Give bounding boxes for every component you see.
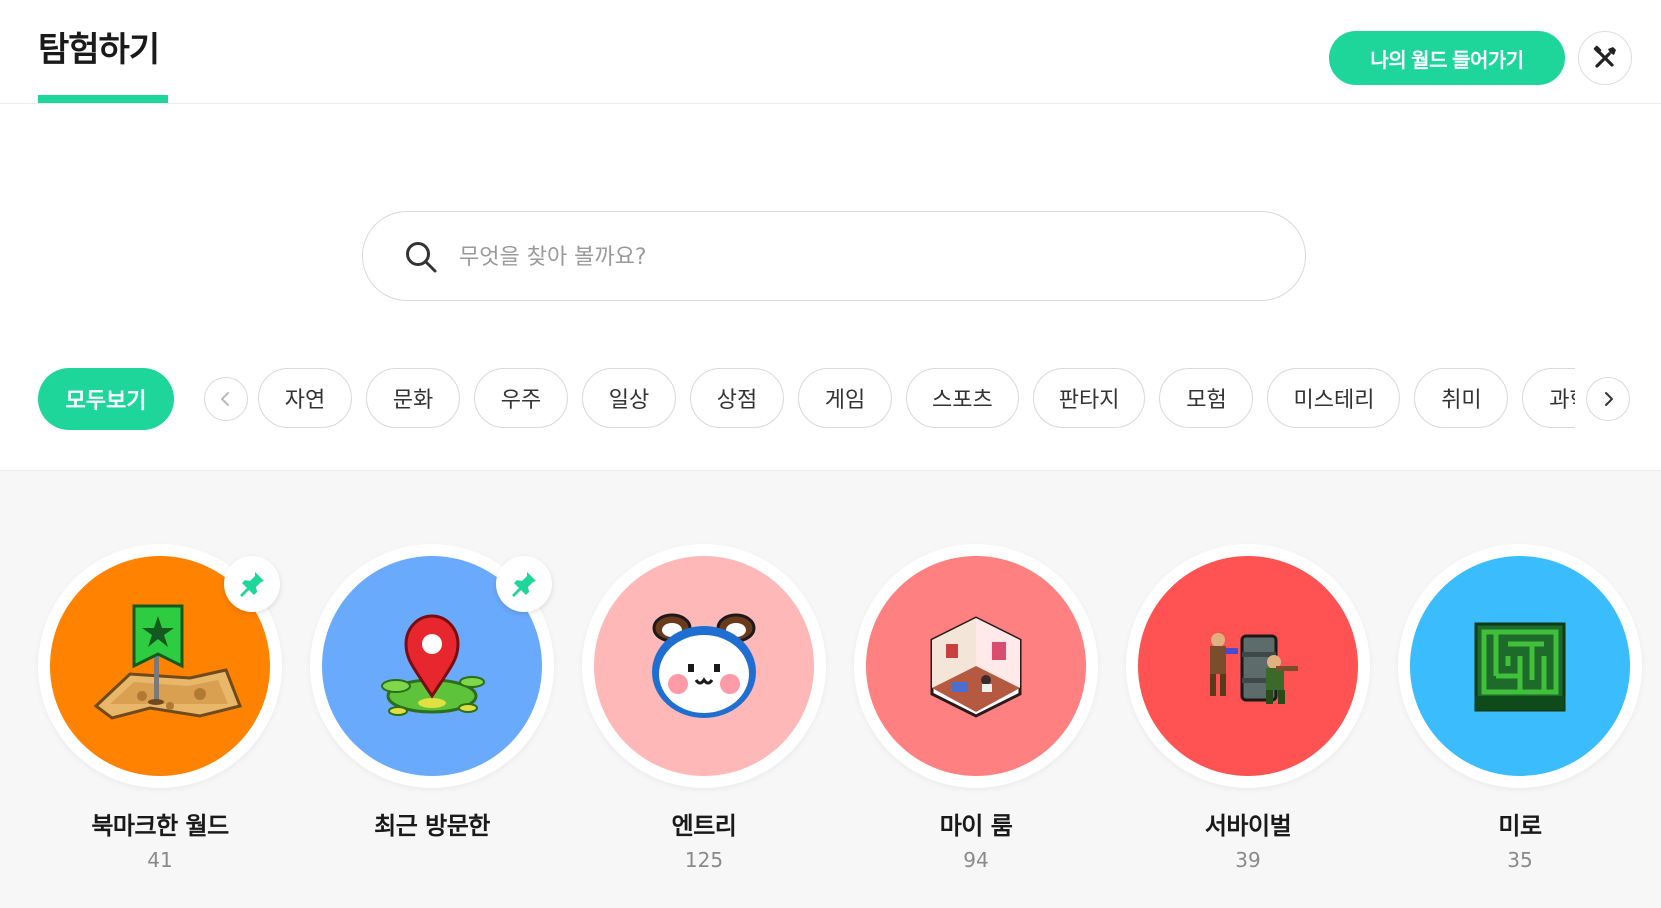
world-card-maze[interactable]: 미로 35 [1398, 544, 1642, 884]
category-chip-strip: 자연 문화 우주 일상 상점 게임 스포츠 판타지 모험 미스테리 취미 과학 [258, 368, 1575, 430]
world-card-bookmarked[interactable]: 북마크한 월드 41 [38, 544, 282, 884]
world-card-disc [1410, 556, 1630, 776]
world-card-survival[interactable]: 서바이벌 39 [1126, 544, 1370, 884]
enter-my-world-button[interactable]: 나의 월드 들어가기 [1329, 31, 1565, 85]
world-name: 마이 룸 [939, 812, 1013, 840]
category-prev-button[interactable] [204, 377, 248, 421]
world-card-recent[interactable]: 최근 방문한 [310, 544, 554, 884]
category-chip-nature[interactable]: 자연 [258, 368, 352, 428]
category-chip-science[interactable]: 과학 [1522, 368, 1575, 428]
world-name: 엔트리 [671, 812, 737, 840]
category-chip-mystery[interactable]: 미스테리 [1267, 368, 1401, 428]
world-count: 41 [147, 848, 173, 872]
world-list-section: 북마크한 월드 41 최근 방문한 엔트리 125 마이 룸 94 서바이벌 3… [0, 470, 1661, 908]
category-chip-sports[interactable]: 스포츠 [906, 368, 1019, 428]
world-name: 북마크한 월드 [91, 812, 229, 840]
category-bar: 모두보기 자연 문화 우주 일상 상점 게임 스포츠 판타지 모험 미스테리 취… [0, 366, 1661, 432]
chevron-left-icon [221, 392, 229, 406]
world-count: 35 [1507, 848, 1533, 872]
search-input[interactable] [459, 232, 1239, 282]
title-active-underline [38, 95, 168, 103]
world-count: 39 [1235, 848, 1261, 872]
world-card-my-room[interactable]: 마이 룸 94 [854, 544, 1098, 884]
world-count: 94 [963, 848, 989, 872]
world-card-entry[interactable]: 엔트리 125 [582, 544, 826, 884]
entry-mascot-icon [652, 613, 756, 718]
pin-icon [240, 572, 264, 597]
pin-badge[interactable] [224, 556, 280, 612]
pin-badge[interactable] [496, 556, 552, 612]
category-chip-space[interactable]: 우주 [474, 368, 568, 428]
category-chip-culture[interactable]: 문화 [366, 368, 460, 428]
category-all-button[interactable]: 모두보기 [38, 368, 174, 430]
soldiers-barrel-icon [1210, 633, 1298, 704]
search-icon [406, 242, 437, 273]
world-name: 최근 방문한 [374, 812, 490, 840]
category-chip-hobby[interactable]: 취미 [1414, 368, 1509, 428]
search-bar[interactable] [362, 211, 1306, 301]
category-chip-shop[interactable]: 상점 [690, 368, 784, 428]
world-name: 미로 [1498, 812, 1542, 840]
chevron-right-icon [1605, 392, 1613, 406]
category-chip-game[interactable]: 게임 [798, 368, 892, 428]
tools-button[interactable] [1578, 31, 1632, 85]
world-card-disc [866, 556, 1086, 776]
category-next-button[interactable] [1586, 377, 1630, 421]
room-cube-icon [930, 616, 1022, 718]
category-chip-fantasy[interactable]: 판타지 [1032, 368, 1146, 428]
top-header: 탐험하기 나의 월드 들어가기 [0, 0, 1661, 104]
world-cards: 북마크한 월드 41 최근 방문한 엔트리 125 마이 룸 94 서바이벌 3… [38, 544, 1642, 884]
tools-icon [1593, 45, 1616, 68]
maze-block-icon [1474, 622, 1566, 712]
world-card-disc [1138, 556, 1358, 776]
pin-icon [512, 572, 536, 597]
category-chip-daily[interactable]: 일상 [582, 368, 676, 428]
page-title: 탐험하기 [38, 30, 160, 70]
world-card-disc [594, 556, 814, 776]
category-chip-adventure[interactable]: 모험 [1159, 368, 1254, 428]
world-count: 125 [684, 848, 724, 872]
world-name: 서바이벌 [1204, 812, 1292, 840]
